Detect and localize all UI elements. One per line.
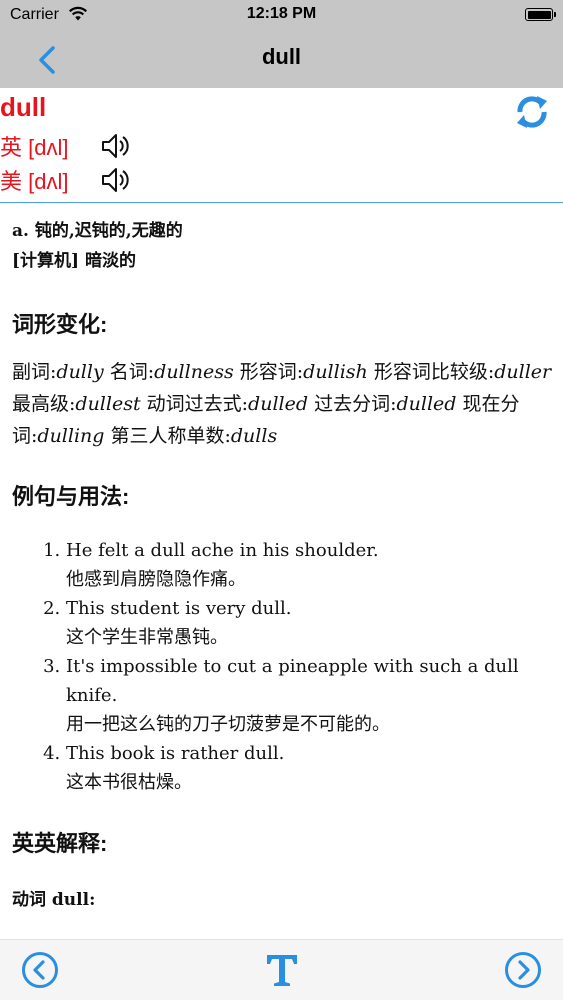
status-bar: Carrier 12:18 PM bbox=[0, 0, 563, 30]
examples-heading: 例句与用法: bbox=[12, 484, 130, 509]
list-item: It's impossible to cut a pineapple with … bbox=[66, 652, 553, 739]
navigation-bar: dull bbox=[0, 30, 563, 88]
pronunciation-us-label: 美 [dʌl] bbox=[0, 169, 69, 194]
word-header: dull 英 [dʌl] 美 [dʌl] bbox=[0, 88, 563, 203]
example-zh: 他感到肩膀隐隐作痛。 bbox=[66, 569, 246, 590]
pronunciation-uk: 英 [dʌl] bbox=[0, 130, 129, 164]
example-zh: 这个学生非常愚钝。 bbox=[66, 627, 228, 648]
previous-word-icon[interactable] bbox=[20, 950, 60, 990]
next-word-icon[interactable] bbox=[503, 950, 543, 990]
pronunciation-us: 美 [dʌl] bbox=[0, 164, 129, 198]
font-size-icon[interactable] bbox=[260, 948, 304, 992]
refresh-icon[interactable] bbox=[513, 92, 551, 132]
battery-icon bbox=[525, 8, 556, 21]
word-forms-text: 副词:dully 名词:dullness 形容词:dullish 形容词比较级:… bbox=[12, 361, 552, 447]
example-en: It's impossible to cut a pineapple with … bbox=[66, 656, 519, 706]
example-en: This student is very dull. bbox=[66, 598, 292, 619]
definition-line: a. 钝的,迟钝的,无趣的 bbox=[12, 221, 183, 241]
status-time: 12:18 PM bbox=[246, 5, 317, 22]
word-forms-heading: 词形变化: bbox=[12, 312, 108, 337]
headword: dull bbox=[0, 92, 47, 122]
english-definition-entry: 动词 dull: bbox=[12, 890, 96, 910]
definition-content: a. 钝的,迟钝的,无趣的 [计算机] 暗淡的 词形变化: 副词:dully 名… bbox=[12, 216, 553, 910]
pronunciation-uk-label: 英 [dʌl] bbox=[0, 135, 69, 160]
list-item: This book is rather dull. 这本书很枯燥。 bbox=[66, 739, 553, 797]
examples-list: He felt a dull ache in his shoulder. 他感到… bbox=[12, 536, 553, 797]
example-zh: 这本书很枯燥。 bbox=[66, 772, 192, 793]
speaker-icon[interactable] bbox=[100, 130, 132, 162]
definition-line: [计算机] 暗淡的 bbox=[12, 251, 137, 271]
page-title: dull bbox=[261, 44, 302, 69]
list-item: This student is very dull. 这个学生非常愚钝。 bbox=[66, 594, 553, 652]
list-item: He felt a dull ache in his shoulder. 他感到… bbox=[66, 536, 553, 594]
example-en: This book is rather dull. bbox=[66, 743, 285, 764]
bottom-toolbar bbox=[0, 939, 563, 1000]
example-en: He felt a dull ache in his shoulder. bbox=[66, 540, 379, 561]
example-zh: 用一把这么钝的刀子切菠萝是不可能的。 bbox=[66, 714, 390, 735]
english-definition-heading: 英英解释: bbox=[12, 831, 108, 856]
speaker-icon[interactable] bbox=[100, 164, 132, 196]
